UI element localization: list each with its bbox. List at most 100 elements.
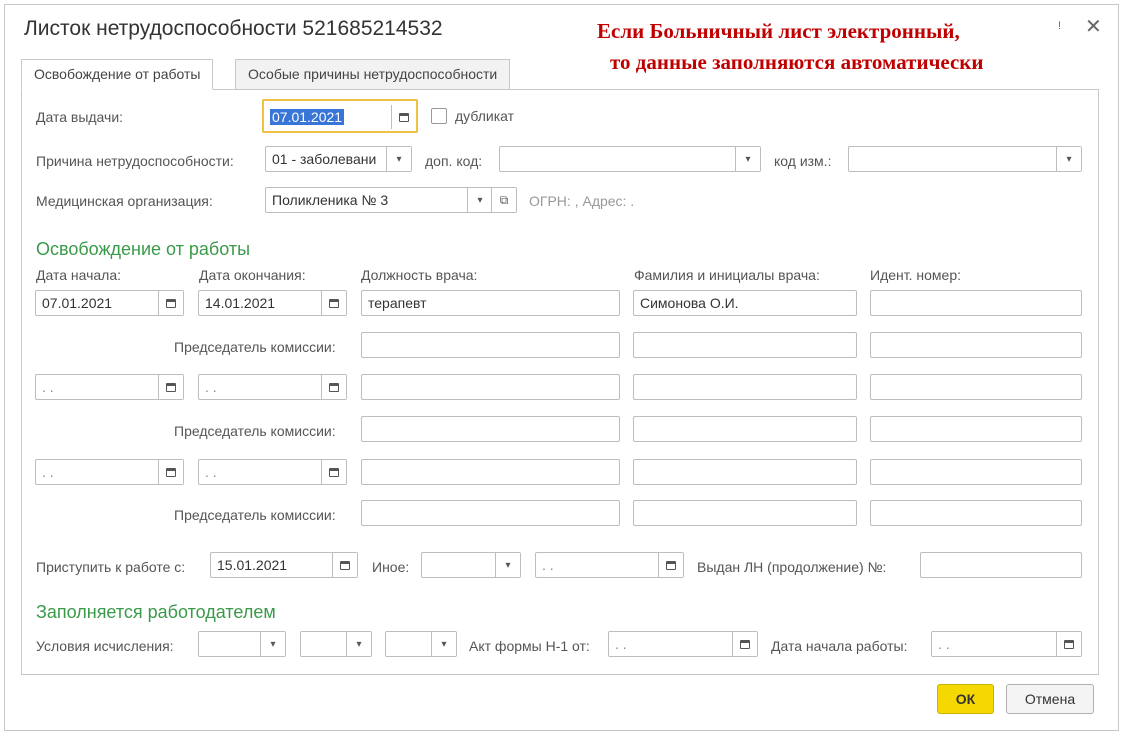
calendar-icon[interactable] bbox=[321, 291, 346, 315]
annotation-line-1: Если Больничный лист электронный, bbox=[597, 19, 960, 43]
doctor-id-field[interactable] bbox=[870, 374, 1082, 400]
change-code-select[interactable]: ▾ bbox=[848, 146, 1082, 172]
chevron-down-icon[interactable]: ▾ bbox=[495, 553, 520, 577]
other-label: Иное: bbox=[372, 559, 410, 575]
chairman-position-field[interactable] bbox=[361, 500, 620, 526]
work-start-value: . . bbox=[938, 636, 950, 652]
calendar-icon[interactable] bbox=[658, 553, 683, 577]
chevron-down-icon[interactable]: ▾ bbox=[1056, 147, 1081, 171]
return-to-work-field[interactable]: 15.01.2021 bbox=[210, 552, 358, 578]
doctor-name-field[interactable] bbox=[633, 459, 857, 485]
other-date-field[interactable]: . . bbox=[535, 552, 684, 578]
window-title: Листок нетрудоспособности 521685214532 bbox=[24, 17, 443, 40]
end-date-header: Дата окончания: bbox=[199, 267, 306, 283]
doctor-position-field[interactable] bbox=[361, 374, 620, 400]
calendar-icon[interactable] bbox=[391, 105, 416, 129]
issue-date-value: 07.01.2021 bbox=[270, 109, 345, 125]
open-icon[interactable]: ⧉ bbox=[491, 188, 516, 212]
start-date-field[interactable]: . . bbox=[35, 374, 184, 400]
end-date-value: 14.01.2021 bbox=[205, 295, 276, 311]
extra-code-select[interactable]: ▾ bbox=[499, 146, 761, 172]
cause-select[interactable]: 01 - заболевани ▾ bbox=[265, 146, 412, 172]
issue-date-label: Дата выдачи: bbox=[36, 109, 124, 125]
end-date-field[interactable]: . . bbox=[198, 459, 347, 485]
calendar-icon[interactable] bbox=[321, 375, 346, 399]
tab-release-from-work[interactable]: Освобождение от работы bbox=[21, 59, 214, 90]
duplicate-label: дубликат bbox=[455, 108, 515, 124]
work-start-label: Дата начала работы: bbox=[771, 638, 908, 654]
cause-label: Причина нетрудоспособности: bbox=[36, 153, 234, 169]
medical-org-label: Медицинская организация: bbox=[36, 193, 213, 209]
continuation-field[interactable] bbox=[920, 552, 1082, 578]
duplicate-checkbox[interactable] bbox=[431, 108, 447, 124]
chevron-down-icon[interactable]: ▾ bbox=[431, 632, 456, 656]
tab-special-causes[interactable]: Особые причины нетрудоспособности bbox=[235, 59, 511, 90]
medical-org-info: ОГРН: , Адрес: . bbox=[529, 193, 635, 209]
doctor-name-field[interactable] bbox=[633, 374, 857, 400]
doctor-name-header: Фамилия и инициалы врача: bbox=[634, 267, 820, 283]
doctor-position-field[interactable]: терапевт bbox=[361, 290, 620, 316]
medical-org-select[interactable]: Поликленика № 3 ▾ ⧉ bbox=[265, 187, 517, 213]
calendar-icon[interactable] bbox=[158, 460, 183, 484]
employer-section-title: Заполняется работодателем bbox=[36, 602, 276, 622]
cancel-button[interactable]: Отмена bbox=[1006, 684, 1094, 714]
return-to-work-label: Приступить к работе с: bbox=[36, 559, 186, 575]
chevron-down-icon[interactable]: ▾ bbox=[735, 147, 760, 171]
chevron-down-icon[interactable]: ▾ bbox=[467, 188, 492, 212]
act-date-field[interactable]: . . bbox=[608, 631, 758, 657]
start-date-value: . . bbox=[42, 464, 54, 480]
chairman-name-field[interactable] bbox=[633, 332, 857, 358]
doctor-id-field[interactable] bbox=[870, 290, 1082, 316]
act-date-value: . . bbox=[615, 636, 627, 652]
continuation-label: Выдан ЛН (продолжение) №: bbox=[697, 559, 887, 575]
chairman-label: Председатель комиссии: bbox=[174, 339, 336, 355]
release-section-title: Освобождение от работы bbox=[36, 239, 251, 259]
calendar-icon[interactable] bbox=[732, 632, 757, 656]
chairman-position-field[interactable] bbox=[361, 332, 620, 358]
calendar-icon[interactable] bbox=[321, 460, 346, 484]
issue-date-field[interactable]: 07.01.2021 bbox=[262, 99, 418, 133]
end-date-field[interactable]: . . bbox=[198, 374, 347, 400]
end-date-value: . . bbox=[205, 379, 217, 395]
doctor-position-field[interactable] bbox=[361, 459, 620, 485]
doctor-name-field[interactable]: Симонова О.И. bbox=[633, 290, 857, 316]
conditions-select-2[interactable]: ▾ bbox=[300, 631, 372, 657]
conditions-select-1[interactable]: ▾ bbox=[198, 631, 286, 657]
chairman-id-field[interactable] bbox=[870, 332, 1082, 358]
end-date-value: . . bbox=[205, 464, 217, 480]
end-date-field[interactable]: 14.01.2021 bbox=[198, 290, 347, 316]
chevron-down-icon[interactable]: ▾ bbox=[346, 632, 371, 656]
chevron-down-icon[interactable]: ▾ bbox=[260, 632, 285, 656]
close-icon[interactable]: ✕ bbox=[1085, 14, 1102, 39]
calendar-icon[interactable] bbox=[332, 553, 357, 577]
medical-org-value: Поликленика № 3 bbox=[272, 192, 389, 208]
calendar-icon[interactable] bbox=[158, 375, 183, 399]
calendar-icon[interactable] bbox=[158, 291, 183, 315]
cause-value: 01 - заболевани bbox=[272, 151, 377, 167]
chairman-id-field[interactable] bbox=[870, 416, 1082, 442]
conditions-select-3[interactable]: ▾ bbox=[385, 631, 457, 657]
doctor-id-header: Идент. номер: bbox=[870, 267, 961, 283]
doctor-position-header: Должность врача: bbox=[361, 267, 478, 283]
start-date-field[interactable]: . . bbox=[35, 459, 184, 485]
extra-code-label: доп. код: bbox=[425, 153, 483, 169]
chevron-down-icon[interactable]: ▾ bbox=[386, 147, 411, 171]
change-code-label: код изм.: bbox=[774, 153, 832, 169]
extra-mark: ! bbox=[1058, 20, 1062, 32]
ok-button[interactable]: ОК bbox=[937, 684, 994, 714]
work-start-field[interactable]: . . bbox=[931, 631, 1082, 657]
calendar-icon[interactable] bbox=[1056, 632, 1081, 656]
other-date-value: . . bbox=[542, 557, 554, 573]
doctor-id-field[interactable] bbox=[870, 459, 1082, 485]
chairman-position-field[interactable] bbox=[361, 416, 620, 442]
start-date-field[interactable]: 07.01.2021 bbox=[35, 290, 184, 316]
return-to-work-value: 15.01.2021 bbox=[217, 557, 288, 573]
start-date-value: 07.01.2021 bbox=[42, 295, 113, 311]
chairman-label: Председатель комиссии: bbox=[174, 423, 336, 439]
other-select[interactable]: ▾ bbox=[421, 552, 521, 578]
chairman-label: Председатель комиссии: bbox=[174, 507, 336, 523]
chairman-id-field[interactable] bbox=[870, 500, 1082, 526]
chairman-name-field[interactable] bbox=[633, 416, 857, 442]
annotation-line-2: то данные заполняются автоматически bbox=[610, 50, 984, 74]
chairman-name-field[interactable] bbox=[633, 500, 857, 526]
